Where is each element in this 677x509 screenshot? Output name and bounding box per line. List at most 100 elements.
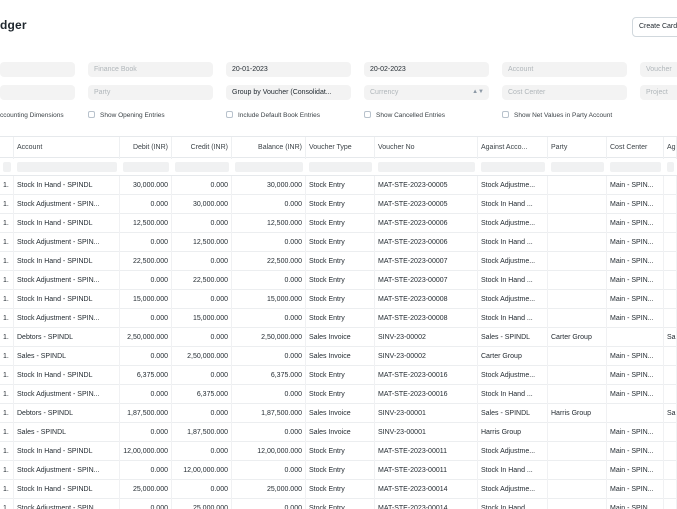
group-by-select[interactable]: Group by Voucher (Consolidat... (226, 85, 351, 100)
table-row[interactable]: 1. Stock In Hand - SPINDL 15,000.000 0.000 1… (0, 290, 677, 309)
col-account-cell: Stock In Hand - SPINDL (14, 290, 120, 309)
project-filter[interactable]: Project (640, 85, 677, 100)
filter-party-type[interactable] (0, 85, 75, 100)
col-party-filter-input[interactable] (551, 162, 604, 172)
col-debit-header[interactable]: Debit (INR) (120, 137, 172, 159)
col-debit-filter-input[interactable] (123, 162, 169, 172)
party-filter[interactable]: Party (88, 85, 213, 100)
table-row[interactable]: 1. Stock Adjustment - SPIN... 0.000 25,000.… (0, 499, 677, 509)
table-row[interactable]: 1. Sales - SPINDL 0.000 1,87,500.000 0.000 Sa… (0, 423, 677, 442)
table-row[interactable]: 1. Stock Adjustment - SPIN... 0.000 22,500.… (0, 271, 677, 290)
from-date-filter[interactable]: 20-01-2023 (226, 62, 351, 77)
col-party-header[interactable]: Party (548, 137, 607, 159)
col-against-account-filter-input[interactable] (481, 162, 545, 172)
col-debit-cell: 0.000 (120, 385, 172, 404)
table-row[interactable]: 1. Stock In Hand - SPINDL 25,000.000 0.000 2… (0, 480, 677, 499)
col-party-cell: Harris Group (548, 404, 607, 423)
col-voucher-type-header[interactable]: Voucher Type (306, 137, 375, 159)
col-index-filter-input[interactable] (3, 162, 11, 172)
col-voucher-no-cell: SINV-23-00001 (375, 423, 478, 442)
col-against-account-header[interactable]: Against Acco... (478, 137, 548, 159)
col-index-header[interactable] (0, 137, 14, 159)
col-account-cell: Stock Adjustment - SPIN... (14, 385, 120, 404)
col-debit-cell: 0.000 (120, 461, 172, 480)
col-against-voucher-cell (664, 442, 677, 461)
general-ledger-page: dger Create Card Finance Book 20-01-2023… (0, 0, 677, 509)
col-voucher-no-header[interactable]: Voucher No (375, 137, 478, 159)
table-row[interactable]: 1. Stock In Hand - SPINDL 12,00,000.000 0.0… (0, 442, 677, 461)
table-row[interactable]: 1. Stock In Hand - SPINDL 30,000.000 0.000 3… (0, 176, 677, 195)
table-row[interactable]: 1. Debtors - SPINDL 1,87,500.000 0.000 1,87,… (0, 404, 677, 423)
checkbox-box-icon[interactable] (502, 111, 509, 118)
table-row[interactable]: 1. Stock In Hand - SPINDL 6,375.000 0.000 6,… (0, 366, 677, 385)
accounting-dimensions-checkbox[interactable]: ccounting Dimensions (0, 110, 64, 122)
col-against-account-cell: Harris Group (478, 423, 548, 442)
filter-company[interactable] (0, 62, 75, 77)
account-filter[interactable]: Account (502, 62, 627, 77)
col-voucher-type-cell: Stock Entry (306, 176, 375, 195)
include-default-book-checkbox[interactable]: Include Default Book Entries (226, 110, 320, 122)
col-against-voucher-cell (664, 195, 677, 214)
col-voucher-no-cell: MAT-STE-2023-00014 (375, 499, 478, 509)
col-index-cell: 1. (0, 347, 14, 366)
col-balance-cell: 0.000 (232, 195, 306, 214)
col-party-cell (548, 442, 607, 461)
col-balance-header[interactable]: Balance (INR) (232, 137, 306, 159)
table-row[interactable]: 1. Stock Adjustment - SPIN... 0.000 12,00,0… (0, 461, 677, 480)
col-credit-cell: 0.000 (172, 328, 232, 347)
col-cost-center-header[interactable]: Cost Center (607, 137, 664, 159)
col-balance-filter-input[interactable] (235, 162, 303, 172)
table-row[interactable]: 1. Debtors - SPINDL 2,50,000.000 0.000 2,50,… (0, 328, 677, 347)
col-debit-cell: 0.000 (120, 499, 172, 509)
table-row[interactable]: 1. Stock In Hand - SPINDL 22,500.000 0.000 2… (0, 252, 677, 271)
to-date-filter[interactable]: 20-02-2023 (364, 62, 489, 77)
col-against-voucher-filter-input[interactable] (667, 162, 674, 172)
col-credit-filter-input[interactable] (175, 162, 229, 172)
finance-book-filter[interactable]: Finance Book (88, 62, 213, 77)
checkbox-box-icon[interactable] (88, 111, 95, 118)
col-against-voucher-cell: Sa (664, 404, 677, 423)
currency-select[interactable]: Currency ▲▼ (364, 85, 489, 100)
col-voucher-no-cell: SINV-23-00001 (375, 404, 478, 423)
col-voucher-no-cell: MAT-STE-2023-00007 (375, 271, 478, 290)
col-against-account-cell: Stock Adjustme... (478, 366, 548, 385)
checkbox-box-icon[interactable] (364, 111, 371, 118)
col-index-cell: 1. (0, 499, 14, 509)
table-row[interactable]: 1. Stock In Hand - SPINDL 12,500.000 0.000 1… (0, 214, 677, 233)
table-row[interactable]: 1. Stock Adjustment - SPIN... 0.000 6,375.0… (0, 385, 677, 404)
col-voucher-no-filter-input[interactable] (378, 162, 475, 172)
currency-placeholder: Currency (370, 89, 399, 96)
col-account-filter-input[interactable] (17, 162, 117, 172)
col-party-cell (548, 271, 607, 290)
checkbox-box-icon[interactable] (226, 111, 233, 118)
col-index-cell: 1. (0, 252, 14, 271)
col-credit-cell: 0.000 (172, 480, 232, 499)
col-credit-cell: 0.000 (172, 404, 232, 423)
col-against-account-cell: Stock Adjustme... (478, 442, 548, 461)
col-credit-header[interactable]: Credit (INR) (172, 137, 232, 159)
col-debit-cell: 0.000 (120, 309, 172, 328)
show-cancelled-checkbox[interactable]: Show Cancelled Entries (364, 110, 445, 122)
voucher-filter[interactable]: Voucher (640, 62, 677, 77)
col-account-cell: Stock Adjustment - SPIN... (14, 499, 120, 509)
show-opening-entries-checkbox[interactable]: Show Opening Entries (88, 110, 165, 122)
create-card-button[interactable]: Create Card (632, 17, 677, 37)
col-party-cell (548, 385, 607, 404)
col-party-cell (548, 290, 607, 309)
col-credit-cell: 1,87,500.000 (172, 423, 232, 442)
col-against-voucher-header[interactable]: Ag (664, 137, 677, 159)
col-party-cell (548, 195, 607, 214)
show-net-values-checkbox[interactable]: Show Net Values in Party Account (502, 110, 612, 122)
col-voucher-no-cell: MAT-STE-2023-00005 (375, 176, 478, 195)
table-row[interactable]: 1. Stock Adjustment - SPIN... 0.000 15,000.… (0, 309, 677, 328)
col-against-account-cell: Stock Adjustme... (478, 214, 548, 233)
col-voucher-type-filter-input[interactable] (309, 162, 372, 172)
col-debit-cell: 12,500.000 (120, 214, 172, 233)
table-row[interactable]: 1. Stock Adjustment - SPIN... 0.000 30,000.… (0, 195, 677, 214)
col-account-header[interactable]: Account (14, 137, 120, 159)
col-balance-cell: 2,50,000.000 (232, 328, 306, 347)
table-row[interactable]: 1. Sales - SPINDL 0.000 2,50,000.000 0.000 Sa… (0, 347, 677, 366)
col-cost-center-filter-input[interactable] (610, 162, 661, 172)
cost-center-filter[interactable]: Cost Center (502, 85, 627, 100)
table-row[interactable]: 1. Stock Adjustment - SPIN... 0.000 12,500.… (0, 233, 677, 252)
